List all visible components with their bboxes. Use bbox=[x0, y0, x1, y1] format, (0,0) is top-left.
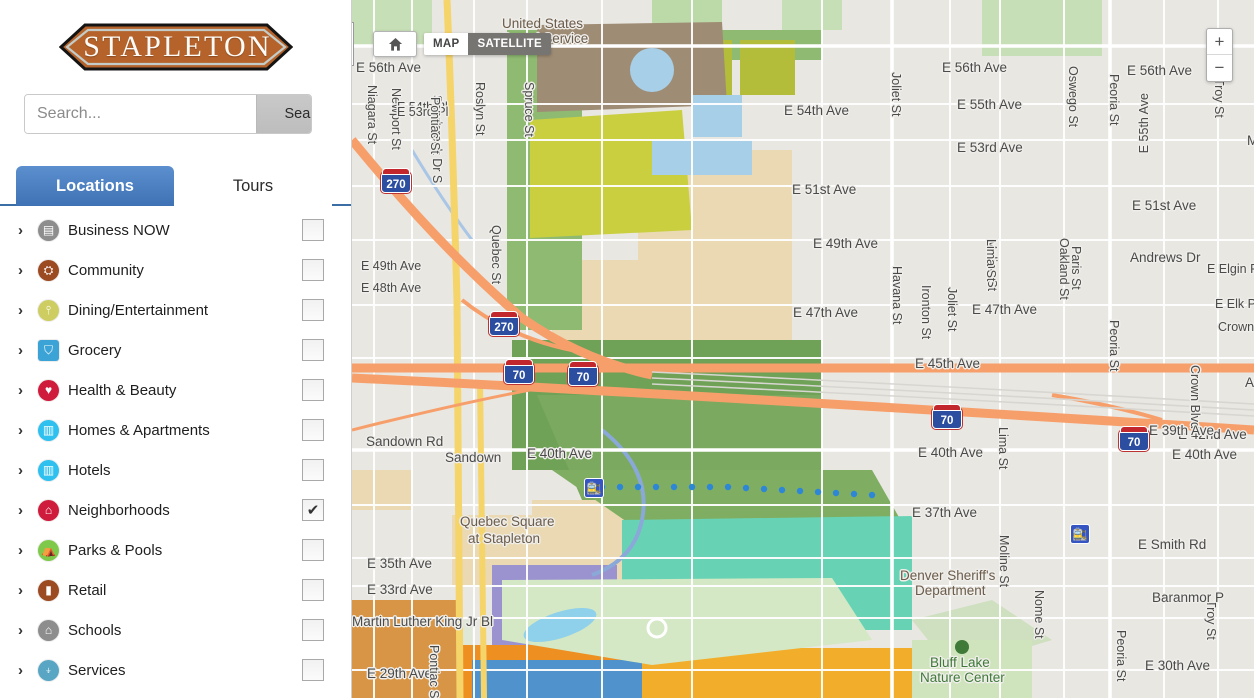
brand-logo-text: STAPLETON bbox=[83, 30, 272, 63]
map-zoom-controls: + − bbox=[1206, 28, 1233, 82]
category-row-parks-pools[interactable]: › ⛺ Parks & Pools bbox=[0, 530, 352, 570]
zoom-in-button[interactable]: + bbox=[1207, 29, 1232, 55]
chevron-right-icon[interactable]: › bbox=[18, 383, 32, 398]
search-input[interactable] bbox=[25, 95, 256, 133]
chevron-right-icon[interactable]: › bbox=[18, 583, 32, 598]
category-row-dining-entertainment[interactable]: › ⫯ Dining/Entertainment bbox=[0, 290, 352, 330]
chevron-right-icon[interactable]: › bbox=[18, 303, 32, 318]
chevron-right-icon[interactable]: › bbox=[18, 663, 32, 678]
chevron-right-icon[interactable]: › bbox=[18, 223, 32, 238]
map-viewport[interactable]: United StatesPostal ServiceE 56th AveE 5… bbox=[352, 0, 1254, 698]
category-row-homes-apartments[interactable]: › ▥ Homes & Apartments bbox=[0, 410, 352, 450]
category-row-health-beauty[interactable]: › ♥ Health & Beauty bbox=[0, 370, 352, 410]
category-checkbox[interactable] bbox=[302, 419, 324, 441]
map-home-button[interactable] bbox=[373, 31, 417, 57]
category-checkbox[interactable] bbox=[302, 299, 324, 321]
category-row-neighborhoods[interactable]: › ⌂ Neighborhoods ✔ bbox=[0, 490, 352, 530]
category-label: Parks & Pools bbox=[68, 541, 163, 559]
search-box: Search bbox=[24, 94, 312, 134]
map-basemap bbox=[352, 0, 1254, 698]
category-checkbox[interactable] bbox=[302, 619, 324, 641]
category-label: Homes & Apartments bbox=[68, 421, 210, 439]
search-row: Search bbox=[0, 94, 352, 134]
category-row-community[interactable]: › ⛭ Community bbox=[0, 250, 352, 290]
apartment-icon: ▥ bbox=[38, 419, 59, 441]
interstate-shield-icon: 70 bbox=[568, 361, 598, 386]
interstate-shield-icon: 270 bbox=[489, 311, 519, 336]
shopping-bag-icon: ▮ bbox=[38, 579, 59, 601]
zoom-out-button[interactable]: − bbox=[1207, 55, 1232, 81]
category-row-services[interactable]: › ⍖ Services bbox=[0, 650, 352, 690]
category-checkbox[interactable] bbox=[302, 659, 324, 681]
house-icon: ⌂ bbox=[38, 499, 59, 521]
transit-station-icon: 🚉 bbox=[584, 478, 604, 498]
category-label: Health & Beauty bbox=[68, 381, 177, 399]
category-checkbox[interactable] bbox=[302, 579, 324, 601]
chevron-right-icon[interactable]: › bbox=[18, 343, 32, 358]
chevron-right-icon[interactable]: › bbox=[18, 623, 32, 638]
panel-tabs: Locations Tours bbox=[0, 166, 352, 206]
heart-icon: ♥ bbox=[38, 379, 59, 401]
pavilion-icon: ⛺ bbox=[38, 539, 59, 561]
category-checkbox[interactable] bbox=[302, 219, 324, 241]
people-icon: ⛭ bbox=[38, 259, 59, 281]
category-label: Retail bbox=[68, 581, 107, 599]
brand-logo[interactable]: STAPLETON bbox=[0, 0, 352, 94]
category-label: Business NOW bbox=[68, 221, 170, 239]
category-list: › ▤ Business NOW › ⛭ Community › ⫯ Dining/Entert… bbox=[0, 206, 352, 690]
chevron-right-icon[interactable]: › bbox=[18, 423, 32, 438]
category-checkbox[interactable] bbox=[302, 379, 324, 401]
interstate-shield-icon: 70 bbox=[1119, 426, 1149, 451]
category-label: Hotels bbox=[68, 461, 111, 479]
app-root: STAPLETON Search Locations Tours › ▤ Busin… bbox=[0, 0, 1254, 698]
category-checkbox[interactable] bbox=[302, 339, 324, 361]
category-row-hotels[interactable]: › ▥ Hotels bbox=[0, 450, 352, 490]
tab-tours[interactable]: Tours bbox=[174, 166, 332, 206]
category-checkbox[interactable] bbox=[302, 539, 324, 561]
school-icon: ⌂ bbox=[38, 619, 59, 641]
sidebar-panel: STAPLETON Search Locations Tours › ▤ Busin… bbox=[0, 0, 352, 698]
chevron-right-icon[interactable]: › bbox=[18, 543, 32, 558]
chevron-right-icon[interactable]: › bbox=[18, 463, 32, 478]
category-label: Neighborhoods bbox=[68, 501, 170, 519]
transit-station-icon: 🚉 bbox=[1070, 524, 1090, 544]
hotel-icon: ▥ bbox=[38, 459, 59, 481]
map-type-map[interactable]: MAP bbox=[424, 33, 469, 55]
category-checkbox[interactable] bbox=[302, 459, 324, 481]
category-row-grocery[interactable]: › ⛉ Grocery bbox=[0, 330, 352, 370]
category-label: Services bbox=[68, 661, 126, 679]
map-type-satellite[interactable]: SATELLITE bbox=[468, 33, 551, 55]
category-row-retail[interactable]: › ▮ Retail bbox=[0, 570, 352, 610]
interstate-shield-icon: 270 bbox=[381, 168, 411, 193]
category-row-schools[interactable]: › ⌂ Schools bbox=[0, 610, 352, 650]
chevron-right-icon[interactable]: › bbox=[18, 503, 32, 518]
category-label: Community bbox=[68, 261, 144, 279]
category-row-business-now[interactable]: › ▤ Business NOW bbox=[0, 210, 352, 250]
chevron-right-icon[interactable]: › bbox=[18, 263, 32, 278]
category-label: Grocery bbox=[68, 341, 122, 359]
tab-locations[interactable]: Locations bbox=[16, 166, 174, 206]
category-checkbox[interactable]: ✔ bbox=[302, 499, 324, 521]
bank-icon: ⍖ bbox=[38, 659, 59, 681]
home-icon bbox=[388, 37, 402, 51]
map-type-toggle: MAP SATELLITE bbox=[424, 33, 551, 55]
category-label: Dining/Entertainment bbox=[68, 301, 209, 319]
category-label: Schools bbox=[68, 621, 122, 639]
search-button[interactable]: Search bbox=[256, 95, 311, 133]
shopping-cart-icon: ⛉ bbox=[38, 339, 59, 361]
sidebar-collapse-button[interactable]: « bbox=[352, 22, 354, 66]
cutlery-icon: ⫯ bbox=[38, 299, 59, 321]
interstate-shield-icon: 70 bbox=[504, 359, 534, 384]
interstate-shield-icon: 70 bbox=[932, 404, 962, 429]
category-checkbox[interactable] bbox=[302, 259, 324, 281]
building-icon: ▤ bbox=[38, 219, 59, 241]
